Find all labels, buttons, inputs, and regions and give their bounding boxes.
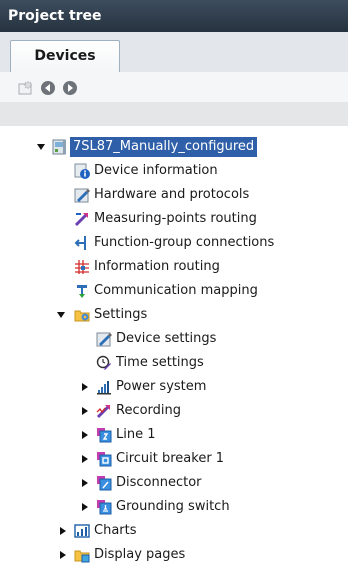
hardware-icon bbox=[74, 187, 90, 203]
tree-label: Hardware and protocols bbox=[94, 187, 250, 202]
tree-label: Function-group connections bbox=[94, 235, 275, 250]
tree-node-settings[interactable]: Settings bbox=[0, 304, 348, 326]
mapping-icon bbox=[74, 283, 90, 299]
routing-icon bbox=[74, 211, 90, 227]
forward-arrow-icon[interactable] bbox=[62, 80, 78, 96]
info-icon bbox=[74, 163, 90, 179]
project-tree: 7SL87_Manually_configured Device informa… bbox=[0, 126, 348, 570]
function-group-icon bbox=[96, 451, 112, 467]
tree-node-information-routing[interactable]: Information routing bbox=[0, 256, 348, 278]
tree-node-line-1[interactable]: Line 1 bbox=[0, 424, 348, 446]
tree-label: Line 1 bbox=[116, 427, 156, 442]
collapsed-arrow-icon[interactable] bbox=[80, 448, 90, 470]
tree-label: Recording bbox=[116, 403, 182, 418]
tree-node-function-group-connections[interactable]: Function-group connections bbox=[0, 232, 348, 254]
tree-node-charts[interactable]: Charts bbox=[0, 520, 348, 542]
tree-label: Time settings bbox=[116, 355, 204, 370]
tree-node-recording[interactable]: Recording bbox=[0, 400, 348, 422]
tree-label: Communication mapping bbox=[94, 283, 258, 298]
tree-node-grounding-switch[interactable]: Grounding switch bbox=[0, 496, 348, 518]
collapsed-arrow-icon[interactable] bbox=[58, 544, 68, 566]
recording-icon bbox=[96, 403, 112, 419]
tree-node-power-system[interactable]: Power system bbox=[0, 376, 348, 398]
time-settings-icon bbox=[96, 355, 112, 371]
tree-node-display-pages[interactable]: Display pages bbox=[0, 544, 348, 566]
tree-node-hardware-and-protocols[interactable]: Hardware and protocols bbox=[0, 184, 348, 206]
toolbar bbox=[0, 72, 348, 102]
tree-node-root[interactable]: 7SL87_Manually_configured bbox=[0, 136, 348, 158]
tree-label: Power system bbox=[116, 379, 207, 394]
expanded-arrow-icon[interactable] bbox=[36, 136, 46, 158]
collapsed-arrow-icon[interactable] bbox=[80, 496, 90, 518]
charts-icon bbox=[74, 523, 90, 539]
tree-label: Device information bbox=[94, 163, 218, 178]
tree-label: 7SL87_Manually_configured bbox=[70, 137, 258, 157]
function-group-icon bbox=[96, 427, 112, 443]
settings-folder-icon bbox=[74, 307, 90, 323]
tree-label: Settings bbox=[94, 307, 148, 322]
tree-label: Measuring-points routing bbox=[94, 211, 257, 226]
collapsed-arrow-icon[interactable] bbox=[58, 520, 68, 542]
tree-node-time-settings[interactable]: Time settings bbox=[0, 352, 348, 374]
tree-node-device-settings[interactable]: Device settings bbox=[0, 328, 348, 350]
tree-label: Circuit breaker 1 bbox=[116, 451, 225, 466]
connection-icon bbox=[74, 235, 90, 251]
tree-label: Information routing bbox=[94, 259, 220, 274]
tree-node-disconnector[interactable]: Disconnector bbox=[0, 472, 348, 494]
expanded-arrow-icon[interactable] bbox=[56, 304, 66, 326]
function-group-icon bbox=[96, 475, 112, 491]
tree-label: Grounding switch bbox=[116, 499, 230, 514]
collapsed-arrow-icon[interactable] bbox=[80, 400, 90, 422]
tree-label: Charts bbox=[94, 523, 137, 538]
tree-node-communication-mapping[interactable]: Communication mapping bbox=[0, 280, 348, 302]
collapsed-arrow-icon[interactable] bbox=[80, 376, 90, 398]
function-group-icon bbox=[96, 499, 112, 515]
panel-title: Project tree bbox=[0, 0, 348, 32]
device-icon bbox=[52, 139, 68, 155]
tree-label: Device settings bbox=[116, 331, 217, 346]
tree-node-measuring-points-routing[interactable]: Measuring-points routing bbox=[0, 208, 348, 230]
new-folder-icon[interactable] bbox=[18, 80, 34, 96]
tab-devices[interactable]: Devices bbox=[10, 40, 120, 73]
back-arrow-icon[interactable] bbox=[40, 80, 56, 96]
display-pages-icon bbox=[74, 547, 90, 563]
collapsed-arrow-icon[interactable] bbox=[80, 424, 90, 446]
tree-label: Disconnector bbox=[116, 475, 202, 490]
tree-node-device-information[interactable]: Device information bbox=[0, 160, 348, 182]
collapsed-arrow-icon[interactable] bbox=[80, 472, 90, 494]
toolbar-separator-band bbox=[0, 102, 348, 126]
power-system-icon bbox=[96, 379, 112, 395]
tab-strip: Devices bbox=[0, 32, 348, 73]
device-settings-icon bbox=[96, 331, 112, 347]
tree-label: Display pages bbox=[94, 547, 186, 562]
matrix-icon bbox=[74, 259, 90, 275]
tree-node-circuit-breaker-1[interactable]: Circuit breaker 1 bbox=[0, 448, 348, 470]
